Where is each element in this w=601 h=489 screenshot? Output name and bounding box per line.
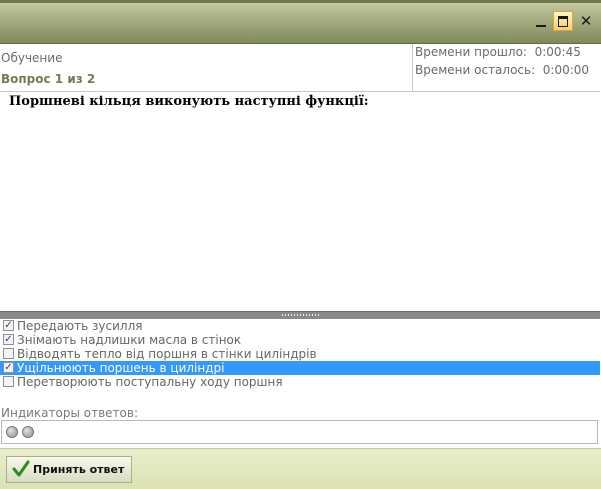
- grip-icon: [282, 314, 320, 316]
- info-panel: Обучение Вопрос 1 из 2 Времени прошло: 0…: [0, 44, 600, 92]
- answer-checkbox[interactable]: ✓: [3, 362, 14, 373]
- accept-answer-label: Принять ответ: [33, 463, 125, 476]
- question-area: Поршневі кільця виконують наступні функц…: [0, 92, 600, 311]
- footer-bar: Принять ответ: [0, 448, 601, 489]
- answer-item[interactable]: Перетворюють поступальну ходу поршня: [0, 375, 600, 389]
- indicator-dot: [22, 426, 34, 438]
- answer-item[interactable]: ✓ Ущільнюють поршень в циліндрі: [0, 361, 600, 375]
- answer-label: Передають зусилля: [17, 319, 143, 333]
- answer-checkbox[interactable]: [3, 348, 14, 359]
- question-counter: Вопрос 1 из 2: [1, 72, 96, 86]
- maximize-button[interactable]: [553, 11, 573, 31]
- answer-item[interactable]: ✓ Передають зусилля: [0, 319, 600, 333]
- check-icon: [12, 460, 30, 477]
- indicators-box: [1, 420, 598, 444]
- answer-label: Відводять тепло від поршня в стінки цилі…: [17, 347, 317, 361]
- remaining-time: Времени осталось: 0:00:00: [415, 63, 590, 77]
- answer-checkbox[interactable]: ✓: [3, 334, 14, 345]
- indicators-label: Индикаторы ответов:: [1, 406, 138, 420]
- question-info: Обучение Вопрос 1 из 2: [0, 44, 411, 91]
- timer-panel: Времени прошло: 0:00:45 Времени осталось…: [412, 44, 601, 91]
- answer-item[interactable]: Відводять тепло від поршня в стінки цилі…: [0, 347, 600, 361]
- mode-label: Обучение: [1, 51, 63, 65]
- splitter-handle[interactable]: [0, 311, 600, 319]
- close-button[interactable]: ✕: [576, 11, 596, 31]
- answer-checkbox[interactable]: ✓: [3, 320, 14, 331]
- answer-label: Знімають надлишки масла в стінок: [17, 333, 242, 347]
- title-bar-edge: [0, 0, 601, 3]
- answer-item[interactable]: ✓ Знімають надлишки масла в стінок: [0, 333, 600, 347]
- elapsed-time: Времени прошло: 0:00:45: [415, 45, 581, 59]
- accept-answer-button[interactable]: Принять ответ: [6, 456, 132, 483]
- title-bar: ✕: [0, 0, 601, 44]
- answer-checkbox[interactable]: [3, 376, 14, 387]
- close-icon: ✕: [579, 12, 593, 30]
- answer-label: Перетворюють поступальну ходу поршня: [17, 375, 283, 389]
- question-text: Поршневі кільця виконують наступні функц…: [9, 94, 369, 109]
- answers-list: ✓ Передають зусилля ✓ Знімають надлишки …: [0, 319, 600, 401]
- indicator-dot: [6, 426, 18, 438]
- minimize-button[interactable]: [532, 11, 552, 31]
- answer-label: Ущільнюють поршень в циліндрі: [17, 361, 225, 375]
